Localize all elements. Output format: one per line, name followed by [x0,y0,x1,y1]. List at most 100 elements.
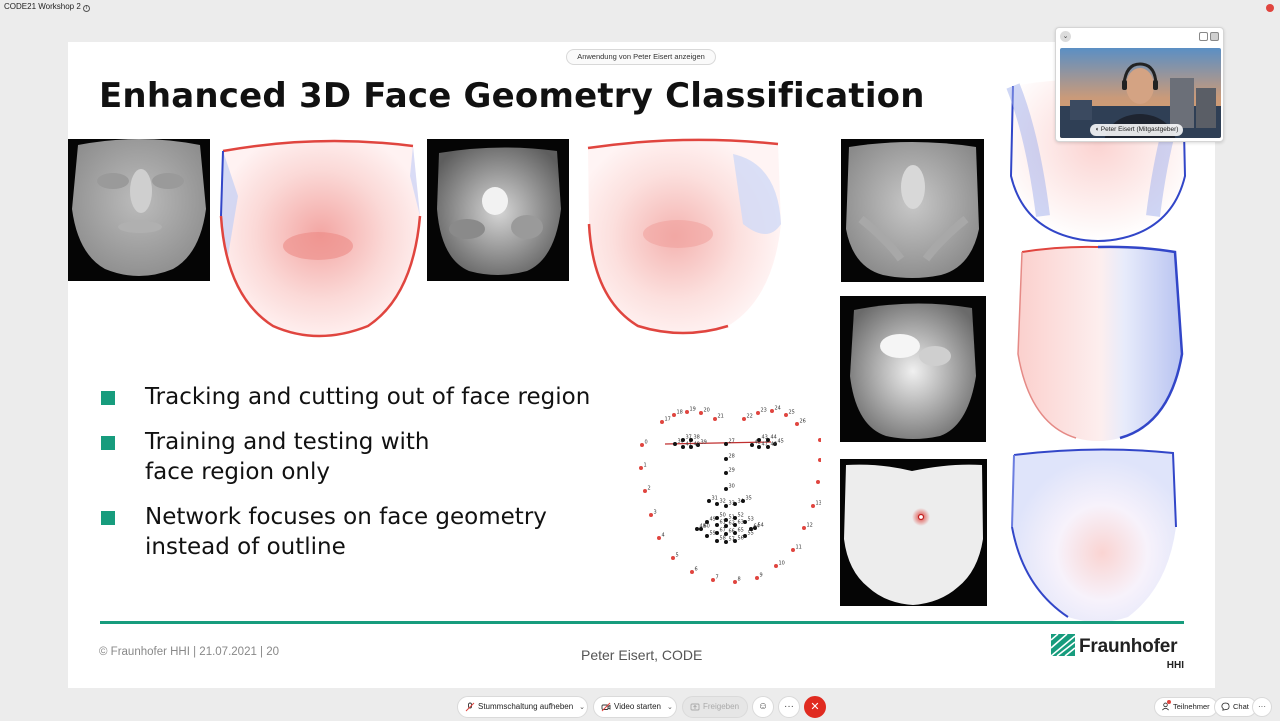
share-banner[interactable]: Anwendung von Peter Eisert anzeigen [566,49,716,65]
reactions-button[interactable]: ☺ [752,696,774,718]
landmark-point [742,417,746,421]
shared-slide: Anwendung von Peter Eisert anzeigen Enha… [68,42,1215,688]
landmark-label: 67 [720,528,726,534]
facial-landmarks-diagram: 0123456789101112131415161718192021222324… [621,402,829,602]
more-options-button[interactable]: ··· [778,696,800,718]
info-icon[interactable]: i [82,5,90,12]
landmark-point [713,417,717,421]
landmark-point [791,548,795,552]
window-close-icon[interactable] [1266,4,1274,12]
landmark-label: 23 [761,408,767,414]
footer-presenter: Peter Eisert, CODE [581,647,703,663]
landmark-label: 10 [779,561,785,567]
landmark-label: 32 [720,499,726,505]
landmark-label: 28 [729,454,735,460]
bullet-marker [101,511,115,525]
bullet-text-continued: face region only [145,459,330,485]
participant-video-panel[interactable]: ⌄ ◖ Peter Eisert (Mitgastgeber) [1055,27,1224,142]
headset-icon: ◖ [1095,126,1099,133]
landmark-label: 40 [694,442,700,448]
landmark-label: 46 [771,442,777,448]
landmark-label: 35 [746,496,752,502]
landmark-label: 4 [662,533,665,539]
chevron-down-icon[interactable]: ⌄ [579,698,585,718]
landmark-label: 22 [747,414,753,420]
landmark-point [673,442,677,446]
landmark-label: 5 [676,553,679,559]
fraunhofer-logo-mark [1051,634,1075,656]
landmark-point [699,411,703,415]
landmark-point [695,527,699,531]
chat-button[interactable]: Chat [1214,697,1257,717]
window-titlebar: CODE21 Workshop 2i [0,0,1280,16]
chevron-down-icon[interactable]: ⌄ [667,698,673,718]
landmark-label: 12 [807,523,813,529]
fraunhofer-logo: Fraunhofer HHI [1051,634,1191,674]
landmark-label: 38 [694,435,700,441]
landmark-label: 49 [710,517,716,523]
landmark-label: 20 [704,408,710,414]
landmark-label: 30 [729,484,735,490]
landmark-point [724,457,728,461]
chat-bubble-icon [1221,702,1230,711]
landmark-label: 26 [800,419,806,425]
landmark-point [705,534,709,538]
landmark-point [685,410,689,414]
landmark-point [681,438,685,442]
landmark-point [657,536,661,540]
bullet-marker [101,391,115,405]
single-view-icon[interactable] [1199,32,1208,41]
footer-copyright: © Fraunhofer HHI | 21.07.2021 | 20 [99,646,280,658]
landmark-label: 8 [738,577,741,583]
share-button[interactable]: Freigeben [682,696,748,718]
leave-meeting-button[interactable]: ✕ [804,696,826,718]
landmark-point [711,578,715,582]
landmark-point [715,502,719,506]
depth-map-image-2 [427,139,569,281]
bullet-text-continued: instead of outline [145,534,346,560]
landmark-label: 41 [686,442,692,448]
landmark-point [818,458,822,462]
landmark-label: 50 [720,513,726,519]
landmark-label: 45 [778,439,784,445]
landmark-point [715,516,719,520]
landmark-label: 21 [718,414,724,420]
landmark-point [757,445,761,449]
unmute-label: Stummschaltung aufheben [478,702,574,711]
collapse-icon[interactable]: ⌄ [1060,31,1071,42]
landmark-point [724,504,728,508]
landmark-label: 39 [701,440,707,446]
landmark-label: 13 [816,501,822,507]
participant-video-feed[interactable]: ◖ Peter Eisert (Mitgastgeber) [1060,48,1221,138]
landmark-point [715,523,719,527]
landmark-point [733,580,737,584]
bullet-text: Network focuses on face geometry [145,504,547,530]
landmark-point [681,445,685,449]
landmark-point [699,527,703,531]
landmark-point [811,504,815,508]
bullet-item: Training and testing with face region on… [100,427,640,487]
unmute-button[interactable]: Stummschaltung aufheben ⌄ [457,696,588,718]
landmark-label: 24 [775,406,781,412]
landmark-label: 9 [760,573,763,579]
bullet-item: Network focuses on face geometry instead… [100,502,640,562]
face-mask-image [840,459,987,606]
logo-sub: HHI [1166,660,1184,671]
landmark-point [643,489,647,493]
participants-button[interactable]: Teilnehmer [1154,697,1218,717]
bullet-text: Training and testing with [145,429,430,455]
start-video-button[interactable]: Video starten ⌄ [593,696,677,718]
landmark-label: 19 [690,407,696,413]
grid-view-icon[interactable] [1210,32,1219,41]
window-title-text: CODE21 Workshop 2 [4,2,81,11]
panel-more-button[interactable]: ··· [1252,697,1272,717]
landmark-label: 59 [710,531,716,537]
heatmap-image-4 [1010,244,1185,444]
smiley-icon: ☺ [757,701,769,712]
landmark-point [757,438,761,442]
landmark-label: 58 [720,536,726,542]
landmark-point [733,523,737,527]
landmark-label: 1 [644,463,647,469]
landmark-point [816,480,820,484]
window-title: CODE21 Workshop 2i [4,2,90,12]
